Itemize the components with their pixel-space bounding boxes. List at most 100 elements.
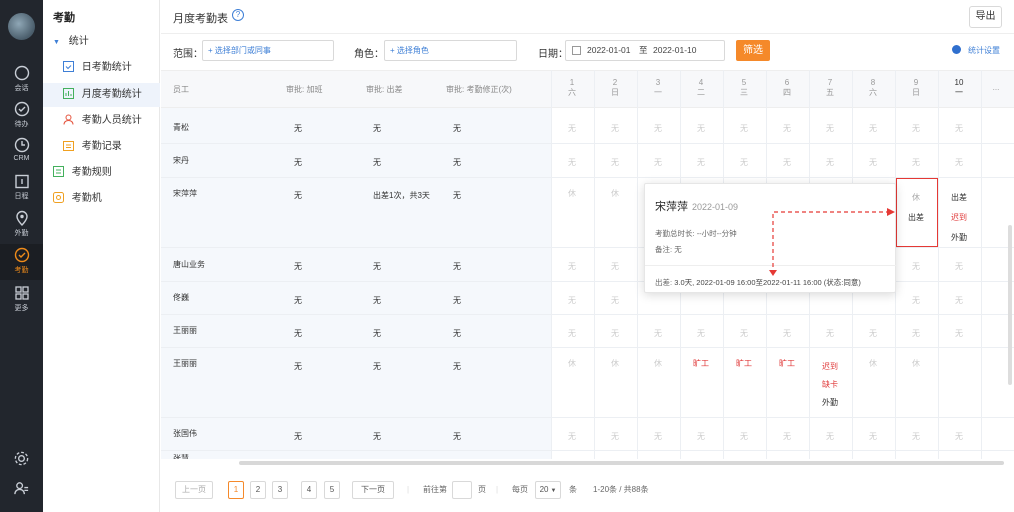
stat-settings-link[interactable]: 统计设置 (952, 45, 1000, 56)
day-cell[interactable]: 无 (594, 261, 636, 272)
sidebar-group-statistics[interactable]: ▼ 统计 (43, 30, 160, 54)
day-cell-absent[interactable]: 旷工 (723, 358, 765, 369)
day-cell[interactable]: 无 (637, 157, 679, 168)
page-button[interactable]: 2 (250, 481, 266, 499)
rail-item-crm[interactable]: CRM (0, 134, 43, 170)
sidebar-item-rules[interactable]: 考勤规则 (43, 161, 160, 185)
day-cell-trip-late-field[interactable]: 出差 迟到 外勤 (938, 188, 980, 248)
day-cell[interactable]: 无 (680, 123, 722, 134)
day-cell[interactable]: 无 (680, 157, 722, 168)
rail-item-field[interactable]: 外勤 (0, 207, 43, 243)
day-cell[interactable]: 无 (895, 431, 937, 442)
next-page-button[interactable]: 下一页 (352, 481, 394, 499)
sidebar-item-records[interactable]: 考勤记录 (43, 135, 160, 159)
day-cell[interactable]: 无 (852, 328, 894, 339)
day-cell[interactable]: 无 (637, 123, 679, 134)
day-cell[interactable]: 无 (766, 431, 808, 442)
day-cell[interactable]: 休 (551, 358, 593, 369)
overtime-cell: 无 (294, 262, 302, 271)
day-cell[interactable]: 无 (895, 157, 937, 168)
sidebar-item-monthly-stats[interactable]: 月度考勤统计 (43, 83, 160, 107)
fix-cell: 无 (453, 158, 461, 167)
day-cell[interactable]: 无 (809, 328, 851, 339)
range-picker[interactable]: + 选择部门或同事 (202, 40, 334, 61)
day-cell[interactable]: 无 (938, 261, 980, 272)
day-cell[interactable]: 无 (895, 261, 937, 272)
day-cell[interactable]: 无 (551, 295, 593, 306)
avatar[interactable] (8, 13, 35, 40)
sidebar-item-staff-stats[interactable]: 考勤人员统计 (43, 109, 160, 133)
day-cell-late-missing-field[interactable]: 迟到 缺卡 外勤 (809, 358, 851, 412)
day-cell[interactable]: 无 (594, 328, 636, 339)
day-cell[interactable]: 无 (809, 431, 851, 442)
role-picker[interactable]: + 选择角色 (384, 40, 517, 61)
sidebar-item-machine[interactable]: 考勤机 (43, 187, 160, 211)
day-cell[interactable]: 无 (637, 328, 679, 339)
more-columns-icon[interactable]: ... (981, 83, 1011, 93)
day-cell[interactable]: 无 (852, 431, 894, 442)
rail-item-calendar[interactable]: 日程 (0, 170, 43, 206)
page-button[interactable]: 1 (228, 481, 244, 499)
weekday: 一 (955, 88, 963, 97)
day-cell[interactable]: 无 (594, 157, 636, 168)
day-cell[interactable]: 无 (551, 157, 593, 168)
day-cell[interactable]: 休 (594, 188, 636, 199)
day-cell-absent[interactable]: 旷工 (680, 358, 722, 369)
day-cell[interactable]: 无 (852, 157, 894, 168)
page-button[interactable]: 5 (324, 481, 340, 499)
export-button[interactable]: 导出 (969, 6, 1002, 28)
day-cell[interactable]: 无 (723, 123, 765, 134)
per-page-select[interactable]: 20 ▼ (535, 481, 561, 499)
page-button[interactable]: 4 (301, 481, 317, 499)
day-cell[interactable]: 休 (637, 358, 679, 369)
day-cell[interactable]: 无 (809, 123, 851, 134)
day-cell[interactable]: 无 (938, 157, 980, 168)
rail-item-more[interactable]: 更多 (0, 282, 43, 318)
day-cell[interactable]: 无 (766, 157, 808, 168)
day-cell[interactable]: 无 (723, 431, 765, 442)
day-cell[interactable]: 休 (551, 188, 593, 199)
day-cell-absent[interactable]: 旷工 (766, 358, 808, 369)
day-cell[interactable]: 无 (551, 431, 593, 442)
rail-item-todo[interactable]: 待办 (0, 98, 43, 134)
day-cell[interactable]: 无 (895, 295, 937, 306)
day-cell[interactable]: 无 (938, 328, 980, 339)
day-cell[interactable]: 无 (594, 295, 636, 306)
day-cell[interactable]: 无 (938, 123, 980, 134)
day-cell[interactable]: 无 (766, 123, 808, 134)
prev-page-button[interactable]: 上一页 (175, 481, 213, 499)
date-range-picker[interactable]: 2022-01-01 至 2022-01-10 (565, 40, 725, 61)
day-cell[interactable]: 休 (594, 358, 636, 369)
day-cell[interactable]: 无 (637, 431, 679, 442)
settings-icon[interactable] (13, 450, 30, 467)
day-cell[interactable]: 无 (551, 123, 593, 134)
user-switch-icon[interactable] (13, 480, 30, 497)
per-page-unit: 条 (569, 485, 577, 494)
day-cell[interactable]: 无 (680, 328, 722, 339)
sidebar-item-daily-stats[interactable]: 日考勤统计 (43, 56, 160, 80)
day-cell[interactable]: 无 (895, 328, 937, 339)
day-cell[interactable]: 无 (809, 157, 851, 168)
day-cell[interactable]: 休 (895, 358, 937, 369)
day-cell[interactable]: 无 (938, 431, 980, 442)
vertical-scrollbar[interactable] (1008, 225, 1012, 385)
day-cell[interactable]: 休 (852, 358, 894, 369)
filter-button[interactable]: 筛选 (736, 40, 770, 61)
day-cell[interactable]: 无 (766, 328, 808, 339)
day-cell[interactable]: 无 (551, 328, 593, 339)
day-cell[interactable]: 无 (938, 295, 980, 306)
rail-item-chat[interactable]: 会话 (0, 62, 43, 98)
help-icon[interactable]: ? (232, 9, 244, 21)
day-cell[interactable]: 无 (680, 431, 722, 442)
page-button[interactable]: 3 (272, 481, 288, 499)
day-cell[interactable]: 无 (594, 431, 636, 442)
horizontal-scrollbar[interactable] (239, 461, 1004, 465)
day-cell[interactable]: 无 (723, 157, 765, 168)
day-cell[interactable]: 无 (551, 261, 593, 272)
goto-page-input[interactable] (452, 481, 472, 499)
day-cell[interactable]: 无 (895, 123, 937, 134)
day-cell[interactable]: 无 (723, 328, 765, 339)
day-cell[interactable]: 无 (852, 123, 894, 134)
rail-item-attendance[interactable]: 考勤 (0, 244, 43, 280)
day-cell[interactable]: 无 (594, 123, 636, 134)
